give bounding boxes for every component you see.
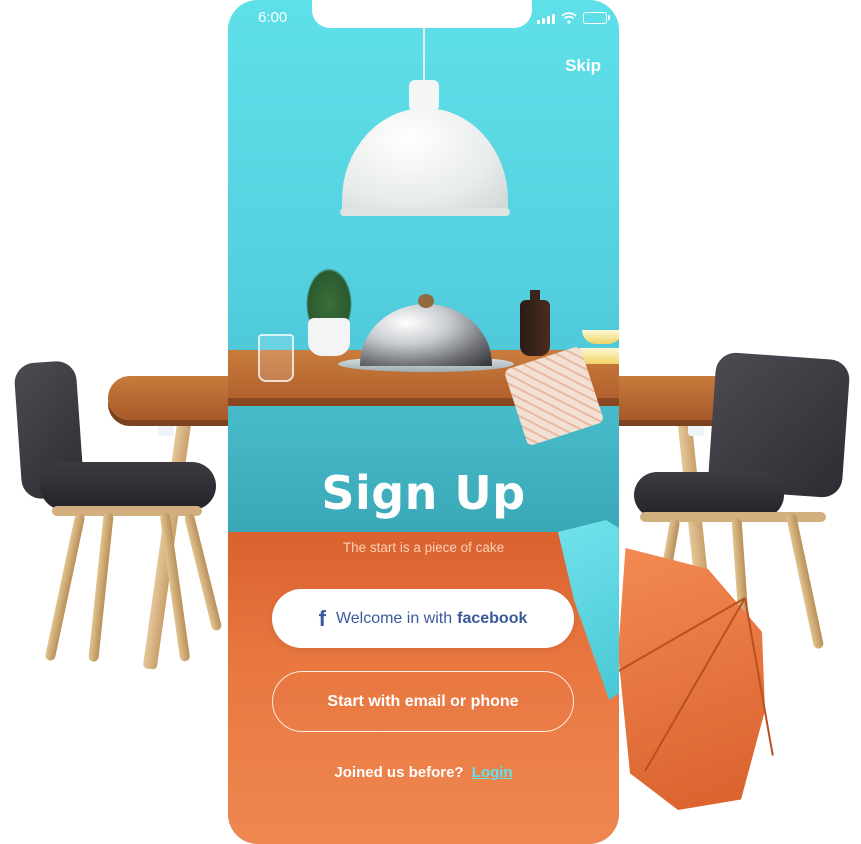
promo-scene: 6:00 Skip Sign Up The start is a piece o… (0, 0, 861, 844)
facebook-brand-text: facebook (457, 609, 528, 627)
wifi-icon (561, 12, 577, 24)
lamp-rim (340, 208, 510, 216)
phone-frame: 6:00 Skip Sign Up The start is a piece o… (228, 0, 619, 844)
chair-leg (44, 512, 86, 662)
signal-icon (537, 14, 555, 24)
oil-bottle (520, 300, 550, 356)
skip-button[interactable]: Skip (565, 56, 601, 76)
glass (258, 334, 294, 382)
bowl (582, 330, 619, 344)
lamp-cap (409, 80, 439, 110)
status-icons (537, 12, 610, 24)
plant-pot (308, 318, 350, 356)
login-link[interactable]: Login (472, 764, 513, 781)
chair-leg (785, 512, 825, 650)
email-phone-signup-button[interactable]: Start with email or phone (272, 671, 574, 732)
chair-leg (88, 511, 114, 663)
login-prompt: Joined us before? (334, 764, 464, 781)
login-row: Joined us before? Login (228, 764, 619, 781)
left-chair-seat (40, 462, 216, 510)
signal-bar (547, 16, 550, 24)
signal-bar (537, 20, 540, 24)
facebook-icon: f (318, 605, 326, 631)
page-title: Sign Up (321, 466, 526, 520)
facebook-login-button[interactable]: f Welcome in with facebook (272, 589, 574, 648)
chair-leg (183, 512, 223, 632)
signal-bar (542, 18, 545, 24)
cloche-knob (418, 294, 434, 308)
battery-icon (583, 12, 610, 24)
status-time: 6:00 (258, 9, 288, 26)
phone-notch (312, 0, 532, 28)
facebook-button-prefix: Welcome in with (335, 609, 453, 627)
signal-bar (552, 14, 555, 24)
plant (302, 262, 356, 322)
page-subtitle: The start is a piece of cake (342, 540, 505, 555)
